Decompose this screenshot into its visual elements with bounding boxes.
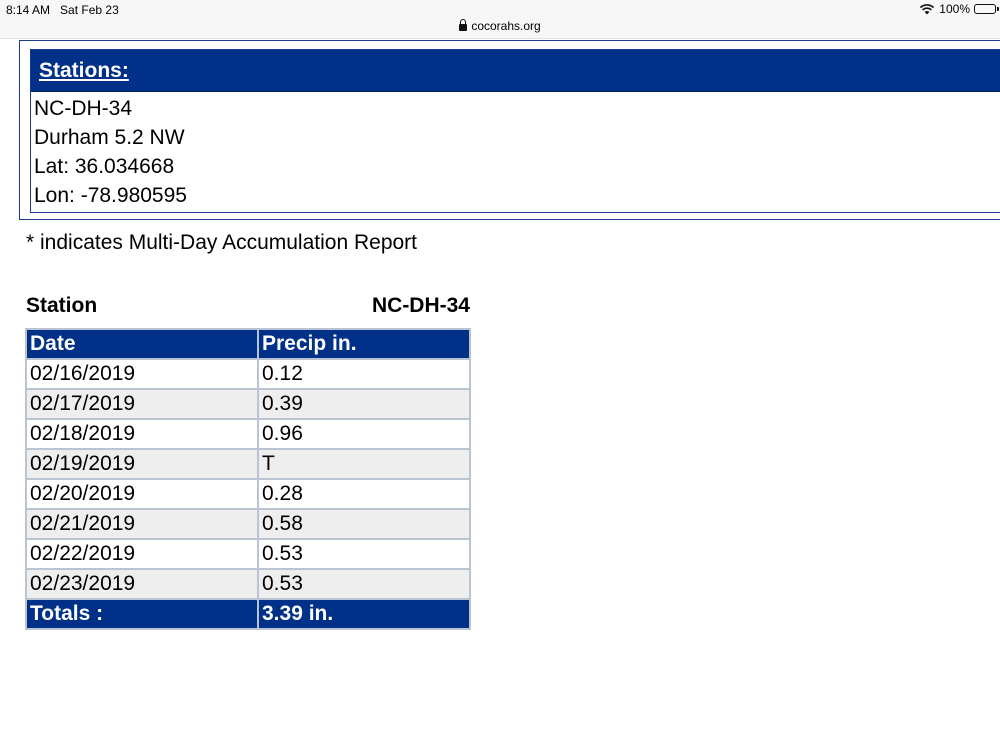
stations-box-outer: Stations: NC-DH-34 Durham 5.2 NW Lat: 36… xyxy=(19,40,1000,220)
cell-precip: 0.53 xyxy=(257,568,471,600)
table-header-row: Date Precip in. xyxy=(25,328,471,360)
battery-percent: 100% xyxy=(939,2,970,16)
address-bar[interactable]: cocorahs.org xyxy=(0,19,1000,33)
cell-date: 02/17/2019 xyxy=(25,388,259,420)
table-row: 02/19/2019 T xyxy=(25,448,471,480)
stations-header: Stations: xyxy=(31,50,1000,92)
cell-date: 02/18/2019 xyxy=(25,418,259,450)
battery-icon xyxy=(974,4,999,14)
cell-date: 02/22/2019 xyxy=(25,538,259,570)
cell-precip: 0.39 xyxy=(257,388,471,420)
cell-date: 02/19/2019 xyxy=(25,448,259,480)
table-row: 02/21/2019 0.58 xyxy=(25,508,471,540)
status-date: Sat Feb 23 xyxy=(60,3,119,17)
lock-icon xyxy=(459,19,468,31)
cell-date: 02/16/2019 xyxy=(25,358,259,390)
header-date: Date xyxy=(25,328,259,360)
multi-day-note: * indicates Multi-Day Accumulation Repor… xyxy=(26,231,418,254)
cell-date: 02/21/2019 xyxy=(25,508,259,540)
status-time: 8:14 AM Sat Feb 23 xyxy=(6,3,119,17)
cell-precip: 0.12 xyxy=(257,358,471,390)
cell-precip: 0.58 xyxy=(257,508,471,540)
browser-status-bar: 8:14 AM Sat Feb 23 cocorahs.org 100% xyxy=(0,0,1000,39)
status-indicators: 100% xyxy=(919,2,999,16)
station-summary-row: Station NC-DH-34 xyxy=(26,294,470,318)
cell-precip: 0.53 xyxy=(257,538,471,570)
station-details: NC-DH-34 Durham 5.2 NW Lat: 36.034668 Lo… xyxy=(31,92,1000,210)
url-text: cocorahs.org xyxy=(471,19,541,33)
cell-date: 02/20/2019 xyxy=(25,478,259,510)
station-lat: Lat: 36.034668 xyxy=(34,155,175,178)
status-clock: 8:14 AM xyxy=(6,3,51,17)
totals-label: Totals : xyxy=(25,598,259,630)
precip-table: Date Precip in. 02/16/2019 0.12 02/17/20… xyxy=(25,328,471,630)
station-name: Durham 5.2 NW xyxy=(34,126,185,149)
station-lon: Lon: -78.980595 xyxy=(34,184,187,207)
cell-precip: 0.96 xyxy=(257,418,471,450)
stations-box: Stations: NC-DH-34 Durham 5.2 NW Lat: 36… xyxy=(30,49,1000,213)
cell-date: 02/23/2019 xyxy=(25,568,259,600)
table-row: 02/23/2019 0.53 xyxy=(25,568,471,600)
station-label: Station xyxy=(26,294,98,317)
totals-row: Totals : 3.39 in. xyxy=(25,598,471,630)
totals-value: 3.39 in. xyxy=(257,598,471,630)
table-row: 02/22/2019 0.53 xyxy=(25,538,471,570)
table-row: 02/17/2019 0.39 xyxy=(25,388,471,420)
cell-precip: 0.28 xyxy=(257,478,471,510)
cell-precip: T xyxy=(257,448,471,480)
wifi-icon xyxy=(920,4,935,15)
station-id: NC-DH-34 xyxy=(34,97,133,120)
table-row: 02/20/2019 0.28 xyxy=(25,478,471,510)
station-value: NC-DH-34 xyxy=(371,294,470,317)
table-row: 02/16/2019 0.12 xyxy=(25,358,471,390)
table-row: 02/18/2019 0.96 xyxy=(25,418,471,450)
header-precip: Precip in. xyxy=(257,328,471,360)
stations-title: Stations: xyxy=(39,58,129,82)
